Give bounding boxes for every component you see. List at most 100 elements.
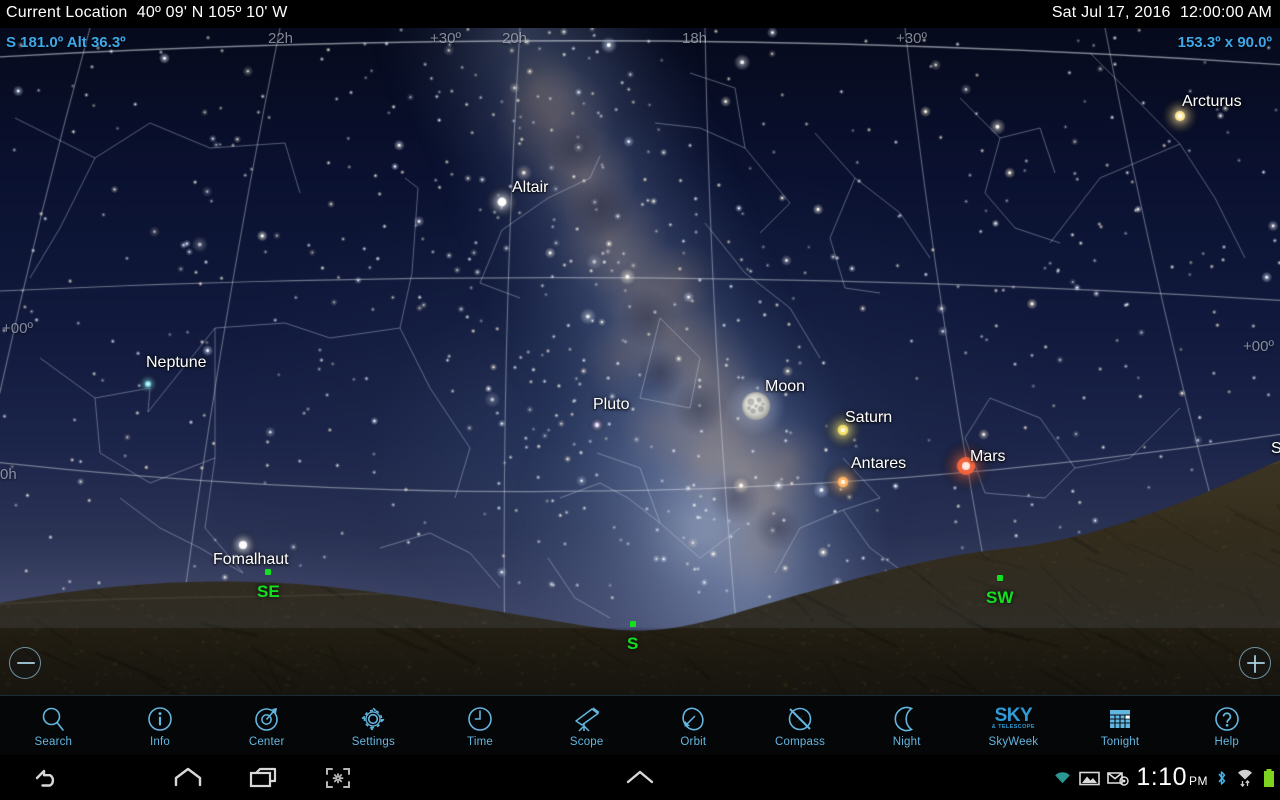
sky-object-label-spica[interactable]: S (1271, 440, 1280, 458)
toolbar-button-scope[interactable]: Scope (533, 696, 640, 755)
telescope-icon (570, 704, 604, 734)
screenshot-button[interactable] (300, 755, 376, 800)
skysafari-app: Current Location 40º 09' N 105º 10' W Sa… (0, 0, 1280, 800)
info-icon (143, 704, 177, 734)
grid-label: +00º (1243, 338, 1274, 355)
toolbar-button-label: Scope (569, 735, 604, 748)
battery-icon (1264, 768, 1274, 787)
grid-label: 22h (268, 30, 294, 47)
search-icon (36, 704, 70, 734)
sky-object-label-altair[interactable]: Altair (512, 179, 548, 197)
sky-logo-main: SKY (994, 705, 1033, 727)
android-navigation-bar: 1:10 PM (0, 755, 1280, 800)
sky-logo-sub: & TELESCOPE (991, 724, 1035, 731)
wifi-signal-icon (1055, 771, 1071, 783)
moon-crescent-icon (890, 704, 924, 734)
field-of-view-readout: 153.3º x 90.0º (1177, 34, 1272, 51)
toolbar-button-skyweek[interactable]: SKY & TELESCOPE SkyWeek (960, 696, 1067, 755)
sky-object-label-neptune[interactable]: Neptune (146, 354, 207, 372)
system-tray: 1:10 PM (1053, 755, 1276, 800)
system-clock-time: 1:10 (1136, 763, 1187, 791)
cardinal-label: S (627, 634, 639, 653)
home-icon (174, 767, 202, 786)
toolbar-button-label: Center (248, 735, 285, 748)
location-coordinates: 40º 09' N 105º 10' W (136, 4, 288, 21)
current-date: Sat Jul 17, 2016 (1051, 4, 1171, 21)
app-toolbar: Search Info Center Settings Time Scope Orbit Co… (0, 695, 1280, 755)
toolbar-button-time[interactable]: Time (427, 696, 534, 755)
grid-label: 18h (682, 30, 708, 47)
cardinal-tick (996, 575, 1003, 581)
grid-label: 0h (0, 466, 17, 483)
toolbar-button-label: Tonight (1100, 735, 1140, 748)
toolbar-button-center[interactable]: Center (213, 696, 320, 755)
sky-object-label-mars[interactable]: Mars (970, 448, 1006, 466)
calendar-icon (1103, 704, 1137, 734)
sky-chart-view[interactable]: S 181.0º Alt 36.3º 153.3º x 90.0º 22h +30… (0, 28, 1280, 695)
toolbar-button-orbit[interactable]: Orbit (640, 696, 747, 755)
toolbar-button-label: Orbit (680, 735, 707, 748)
grid-label: +00º (2, 320, 33, 337)
sky-object-label-fomalhaut[interactable]: Fomalhaut (213, 551, 289, 569)
clock-icon (463, 704, 497, 734)
screenshot-icon (326, 767, 350, 788)
cardinal-tick (265, 569, 272, 575)
azimuth-altitude-readout: S 181.0º Alt 36.3º (6, 34, 126, 51)
sky-object-label-saturn[interactable]: Saturn (845, 409, 892, 427)
cardinal-label: SE (257, 582, 280, 601)
cardinal-label: SW (986, 588, 1014, 607)
current-location-readout[interactable]: Current Location 40º 09' N 105º 10' W (6, 4, 288, 22)
zoom-in-button[interactable] (1239, 647, 1271, 679)
system-clock-ampm: PM (1189, 774, 1208, 788)
cardinal-marker-s: S (627, 621, 639, 654)
toolbar-button-help[interactable]: Help (1173, 696, 1280, 755)
back-button[interactable] (8, 755, 84, 800)
toolbar-button-settings[interactable]: Settings (320, 696, 427, 755)
cardinal-marker-sw: SW (986, 575, 1014, 608)
back-arrow-icon (35, 769, 55, 787)
toolbar-button-label: Night (892, 735, 921, 748)
toolbar-button-label: SkyWeek (988, 735, 1039, 748)
toolbar-button-label: Settings (351, 735, 395, 748)
gear-icon (356, 704, 390, 734)
recents-icon (249, 767, 277, 787)
sky-object-label-moon[interactable]: Moon (765, 378, 805, 396)
zoom-out-button[interactable] (9, 647, 41, 679)
toolbar-button-label: Time (467, 735, 493, 748)
toolbar-button-info[interactable]: Info (107, 696, 214, 755)
toolbar-button-tonight[interactable]: Tonight (1067, 696, 1174, 755)
toolbar-button-label: Help (1214, 735, 1239, 748)
grid-label: +30º (430, 30, 461, 47)
screenshot-captured-icon (1079, 771, 1101, 785)
sky-object-label-pluto[interactable]: Pluto (593, 396, 629, 414)
compass-off-icon (783, 704, 817, 734)
cardinal-marker-se: SE (257, 569, 280, 602)
date-time-readout[interactable]: Sat Jul 17, 2016 12:00:00 AM (1052, 4, 1272, 22)
app-status-bar: Current Location 40º 09' N 105º 10' W Sa… (0, 0, 1280, 28)
sky-object-label-arcturus[interactable]: Arcturus (1182, 93, 1242, 111)
grid-label: 20h (502, 30, 528, 47)
expand-button[interactable] (602, 755, 678, 800)
bluetooth-icon (1218, 770, 1226, 785)
grid-label: +30º (896, 30, 927, 47)
sky-object-label-antares[interactable]: Antares (851, 455, 906, 473)
toolbar-button-label: Info (150, 735, 170, 748)
toolbar-button-label: Search (34, 735, 73, 748)
current-time: 12:00:00 AM (1179, 4, 1272, 21)
toolbar-button-label: Compass (775, 735, 826, 748)
cardinal-tick (629, 621, 636, 627)
question-mark-icon (1210, 704, 1244, 734)
sky-telescope-logo: SKY & TELESCOPE (992, 704, 1035, 734)
email-icon (1107, 771, 1130, 786)
orbit-icon (676, 704, 710, 734)
center-target-icon (250, 704, 284, 734)
recents-button[interactable] (225, 755, 301, 800)
system-clock: 1:10 PM (1136, 763, 1208, 792)
home-button[interactable] (150, 755, 226, 800)
toolbar-button-search[interactable]: Search (0, 696, 107, 755)
location-label: Current Location (6, 4, 128, 21)
toolbar-button-night[interactable]: Night (853, 696, 960, 755)
toolbar-button-compass[interactable]: Compass (747, 696, 854, 755)
chevron-up-icon (626, 770, 654, 783)
wifi-transfer-icon (1238, 769, 1252, 787)
